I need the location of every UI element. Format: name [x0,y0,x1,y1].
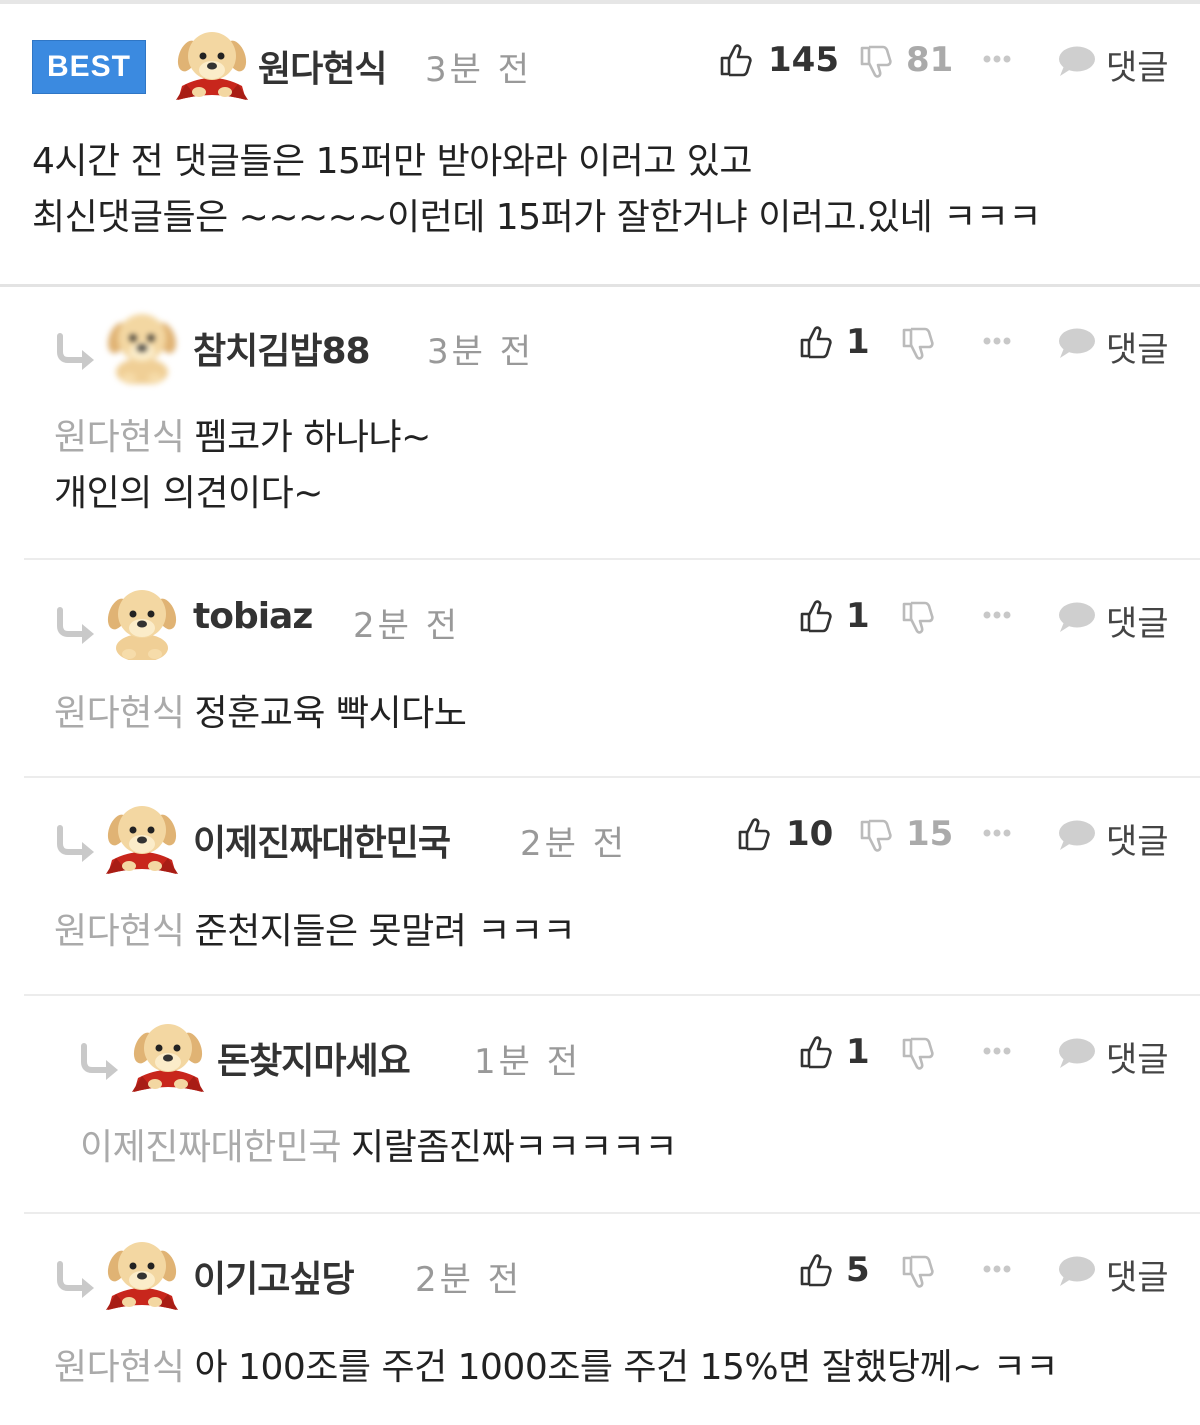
more-dots-icon[interactable] [982,610,1012,620]
reply-arrow-icon [78,1042,124,1082]
speech-bubble-icon[interactable] [1056,326,1096,360]
avatar[interactable] [174,26,250,102]
reply-button[interactable]: 댓글 [1106,1032,1169,1081]
reply-button[interactable]: 댓글 [1106,40,1169,89]
comment-body: 원다현식 준천지들은 못말려 ㅋㅋㅋ [54,904,576,960]
speech-bubble-icon[interactable] [1056,44,1096,78]
comment-body-line: 준천지들은 못말려 ㅋㅋㅋ [194,911,576,952]
speech-bubble-icon[interactable] [1056,818,1096,852]
more-dots-icon[interactable] [982,336,1012,346]
thumbs-up-icon[interactable] [798,324,834,360]
comment-time: 2분 전 [353,606,460,646]
thumbs-down-icon[interactable] [900,1036,936,1072]
like-count: 1 [846,1032,870,1072]
more-dots-icon[interactable] [982,1264,1012,1274]
comment-reply: 이제진짜대한민국 2분 전 10 15 댓글 원다현식 준천지들은 못말려 ㅋㅋㅋ [0,780,1200,996]
comment-divider [24,994,1200,996]
comment-nickname[interactable]: 이기고싶당 [193,1250,355,1302]
comment-body-line: 개인의 의견이다~ [54,473,323,514]
avatar[interactable] [104,800,180,876]
thumbs-down-icon[interactable] [900,600,936,636]
comment-body-line: 펨코가 하나냐~ [194,417,431,458]
mention-tag[interactable]: 원다현식 [54,417,185,458]
comment-body: 이제진짜대한민국 지랄좀진짜ㅋㅋㅋㅋㅋ [80,1120,678,1176]
best-badge: BEST [32,40,146,94]
more-dots-icon[interactable] [982,1046,1012,1056]
speech-bubble-icon[interactable] [1056,600,1096,634]
comment-time: 2분 전 [415,1260,522,1300]
avatar[interactable] [104,584,180,660]
comment-body-line: 지랄좀진짜ㅋㅋㅋㅋㅋ [350,1127,678,1168]
mention-tag[interactable]: 원다현식 [54,693,185,734]
comment-time: 3분 전 [427,332,534,372]
comment-divider [0,284,1200,287]
comment-reply-nested: 돈찾지마세요 1분 전 1 댓글 이제진짜대한민국 지랄좀진짜ㅋㅋㅋㅋㅋ [0,998,1200,1214]
comment-time: 3분 전 [425,50,532,90]
comment-divider [24,776,1200,778]
comment-body-line: 4시간 전 댓글들은 15퍼만 받아와라 이러고 있고 [32,141,753,182]
reply-arrow-icon [54,606,100,646]
comment-nickname[interactable]: 원다현식 [258,40,387,92]
reply-arrow-icon [54,1260,100,1300]
reply-button[interactable]: 댓글 [1106,322,1169,371]
comment-body: 원다현식 아 100조를 주건 1000조를 주건 15%면 잘했당께~ ㅋㅋ [54,1340,1059,1396]
like-count: 5 [846,1250,870,1290]
comment-body-line: 정훈교육 빡시다노 [194,693,467,734]
thumbs-down-icon[interactable] [858,818,894,854]
reply-arrow-icon [54,332,100,372]
thumbs-up-icon[interactable] [736,816,772,852]
avatar[interactable] [130,1018,206,1094]
comment-divider [24,1212,1200,1214]
mention-tag[interactable]: 원다현식 [54,1347,185,1388]
comment-body: 원다현식 펨코가 하나냐~ 개인의 의견이다~ [54,410,431,522]
dislike-count: 15 [906,814,954,854]
reply-button[interactable]: 댓글 [1106,596,1169,645]
comment-divider [24,558,1200,560]
comment-nickname[interactable]: tobiaz [193,596,313,637]
reply-button[interactable]: 댓글 [1106,1250,1169,1299]
comment-body-line: 아 100조를 주건 1000조를 주건 15%면 잘했당께~ ㅋㅋ [194,1347,1059,1388]
mention-tag[interactable]: 원다현식 [54,911,185,952]
thumbs-down-icon[interactable] [900,326,936,362]
speech-bubble-icon[interactable] [1056,1036,1096,1070]
reply-button[interactable]: 댓글 [1106,814,1169,863]
thumbs-down-icon[interactable] [900,1254,936,1290]
like-count: 145 [768,40,839,80]
thumbs-up-icon[interactable] [798,598,834,634]
thumbs-up-icon[interactable] [718,42,754,78]
speech-bubble-icon[interactable] [1056,1254,1096,1288]
like-count: 1 [846,322,870,362]
comment-nickname[interactable]: 참치김밥88 [193,322,371,374]
thumbs-down-icon[interactable] [858,44,894,80]
comment-time: 1분 전 [474,1042,581,1082]
thumbs-up-icon[interactable] [798,1252,834,1288]
comment-nickname[interactable]: 이제진짜대한민국 [193,814,451,866]
dislike-count: 81 [906,40,954,80]
like-count: 1 [846,596,870,636]
comment-nickname[interactable]: 돈찾지마세요 [217,1032,411,1084]
thumbs-up-icon[interactable] [798,1034,834,1070]
comment-reply: tobiaz 2분 전 1 댓글 원다현식 정훈교육 빡시다노 [0,562,1200,778]
comment-reply: 이기고싶당 2분 전 5 댓글 원다현식 아 100조를 주건 1000조를 주건… [0,1216,1200,1425]
comment-body: 원다현식 정훈교육 빡시다노 [54,686,467,742]
more-dots-icon[interactable] [982,828,1012,838]
like-count: 10 [786,814,834,854]
comment-body: 4시간 전 댓글들은 15퍼만 받아와라 이러고 있고 최신댓글들은 ~~~~~… [32,134,1042,246]
comment-body-line: 최신댓글들은 ~~~~~이런데 15퍼가 잘한거냐 이러고.있네 ㅋㅋㅋ [32,197,1042,238]
more-dots-icon[interactable] [982,54,1012,64]
comment-best: BEST 원다현식 3분 전 145 81 댓글 4시간 전 댓글들은 15퍼만… [0,0,1200,286]
avatar[interactable] [104,1236,180,1312]
mention-tag[interactable]: 이제진짜대한민국 [80,1127,341,1168]
comment-time: 2분 전 [520,824,627,864]
comment-reply: 참치김밥88 3분 전 1 댓글 원다현식 펨코가 하나냐~ 개인의 의견이다~ [0,288,1200,560]
reply-arrow-icon [54,824,100,864]
avatar[interactable] [104,308,180,384]
